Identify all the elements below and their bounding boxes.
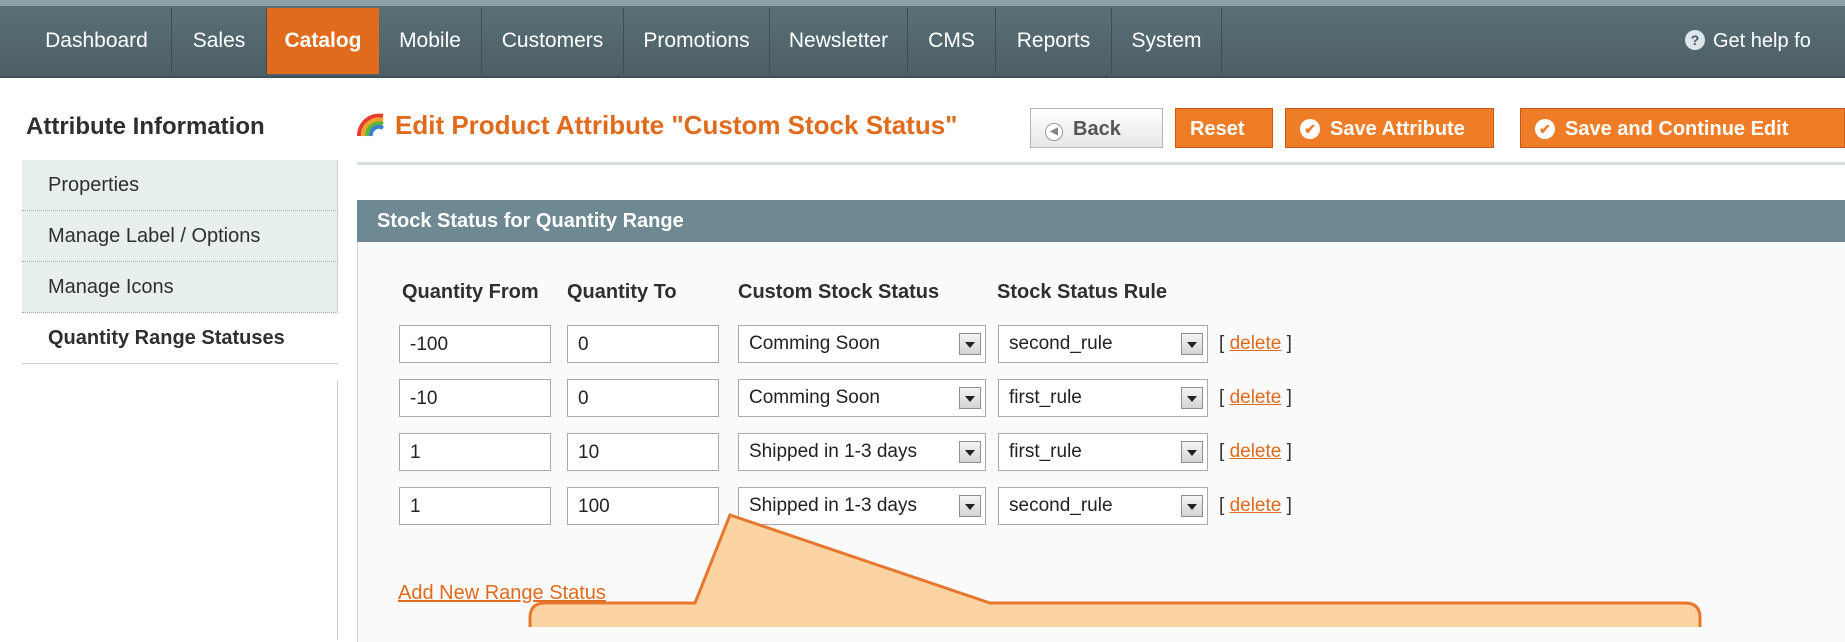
stock-status-rule-select[interactable]: first_rule [998, 379, 1208, 417]
save-continue-button[interactable]: ✔ Save and Continue Edit [1520, 108, 1845, 148]
select-value: Shipped in 1-3 days [749, 441, 917, 462]
nav-mobile[interactable]: Mobile [379, 8, 482, 74]
tab-manage-label-options[interactable]: Manage Label / Options [22, 211, 338, 262]
col-quantity-to: Quantity To [567, 281, 677, 303]
back-button[interactable]: ◀ Back [1030, 108, 1163, 148]
col-custom-stock-status: Custom Stock Status [738, 281, 940, 303]
nav-promotions[interactable]: Promotions [624, 8, 770, 74]
help-icon: ? [1685, 30, 1705, 50]
save-label: Save Attribute [1330, 118, 1465, 140]
save-attribute-button[interactable]: ✔ Save Attribute [1285, 108, 1494, 148]
quantity-to-input[interactable]: 10 [567, 433, 719, 471]
quantity-from-input[interactable]: -10 [399, 379, 551, 417]
quantity-to-input[interactable]: 0 [567, 379, 719, 417]
nav-newsletter[interactable]: Newsletter [770, 8, 908, 74]
select-value: Shipped in 1-3 days [749, 495, 917, 516]
page-title-row: Edit Product Attribute "Custom Stock Sta… [357, 110, 958, 141]
stock-status-rule-select[interactable]: second_rule [998, 487, 1208, 525]
reset-label: Reset [1190, 118, 1245, 140]
help-label: Get help fo [1713, 30, 1811, 52]
top-nav: Dashboard Sales Catalog Mobile Customers… [0, 0, 1845, 78]
reset-button[interactable]: Reset [1175, 108, 1273, 148]
sidebar-title: Attribute Information [26, 113, 265, 140]
header-divider [357, 162, 1845, 165]
check-icon: ✔ [1300, 119, 1320, 139]
chevron-down-icon [959, 333, 981, 355]
custom-stock-status-select[interactable]: Shipped in 1-3 days [738, 487, 986, 525]
delete-control: [ delete ] [1219, 387, 1292, 408]
select-value: Comming Soon [749, 387, 880, 408]
delete-link[interactable]: delete [1230, 333, 1282, 354]
chevron-down-icon [1181, 387, 1203, 409]
chevron-down-icon [1181, 495, 1203, 517]
sidebar-tabs: Properties Manage Label / Options Manage… [22, 160, 338, 364]
chevron-down-icon [1181, 333, 1203, 355]
select-value: second_rule [1009, 495, 1113, 516]
col-quantity-from: Quantity From [402, 281, 539, 303]
chevron-down-icon [959, 495, 981, 517]
select-value: Comming Soon [749, 333, 880, 354]
delete-link[interactable]: delete [1230, 441, 1282, 462]
tab-quantity-range-statuses[interactable]: Quantity Range Statuses [22, 313, 338, 364]
save-continue-label: Save and Continue Edit [1565, 118, 1789, 140]
nav-customers[interactable]: Customers [482, 8, 624, 74]
nav-cms[interactable]: CMS [908, 8, 996, 74]
nav-system[interactable]: System [1112, 8, 1222, 74]
custom-stock-status-select[interactable]: Shipped in 1-3 days [738, 433, 986, 471]
nav-catalog[interactable]: Catalog [267, 8, 379, 74]
back-label: Back [1073, 118, 1121, 140]
chevron-down-icon [959, 441, 981, 463]
delete-link[interactable]: delete [1230, 387, 1282, 408]
nav-reports[interactable]: Reports [996, 8, 1112, 74]
help-link[interactable]: ? Get help fo [1673, 8, 1845, 74]
select-value: first_rule [1009, 387, 1082, 408]
col-stock-status-rule: Stock Status Rule [997, 281, 1168, 303]
delete-control: [ delete ] [1219, 495, 1292, 516]
select-value: second_rule [1009, 333, 1113, 354]
stock-status-rule-select[interactable]: second_rule [998, 325, 1208, 363]
nav-top-strip [0, 0, 1845, 6]
nav-dashboard[interactable]: Dashboard [22, 8, 172, 74]
custom-stock-status-select[interactable]: Comming Soon [738, 325, 986, 363]
custom-stock-status-select[interactable]: Comming Soon [738, 379, 986, 417]
select-value: first_rule [1009, 441, 1082, 462]
add-new-range-status-link[interactable]: Add New Range Status [398, 582, 606, 605]
nav-sales[interactable]: Sales [172, 8, 267, 74]
quantity-to-input[interactable]: 100 [567, 487, 719, 525]
chevron-down-icon [959, 387, 981, 409]
delete-control: [ delete ] [1219, 333, 1292, 354]
sidebar-divider [337, 380, 338, 640]
rainbow-icon [357, 113, 385, 137]
quantity-from-input[interactable]: -100 [399, 325, 551, 363]
delete-link[interactable]: delete [1230, 495, 1282, 516]
check-icon: ✔ [1535, 119, 1555, 139]
page-title: Edit Product Attribute "Custom Stock Sta… [395, 110, 958, 140]
quantity-to-input[interactable]: 0 [567, 325, 719, 363]
tab-manage-icons[interactable]: Manage Icons [22, 262, 338, 313]
quantity-from-input[interactable]: 1 [399, 487, 551, 525]
quantity-from-input[interactable]: 1 [399, 433, 551, 471]
back-arrow-icon: ◀ [1045, 123, 1063, 141]
stock-status-rule-select[interactable]: first_rule [998, 433, 1208, 471]
section-header: Stock Status for Quantity Range [357, 200, 1845, 242]
delete-control: [ delete ] [1219, 441, 1292, 462]
chevron-down-icon [1181, 441, 1203, 463]
tab-properties[interactable]: Properties [22, 160, 338, 211]
